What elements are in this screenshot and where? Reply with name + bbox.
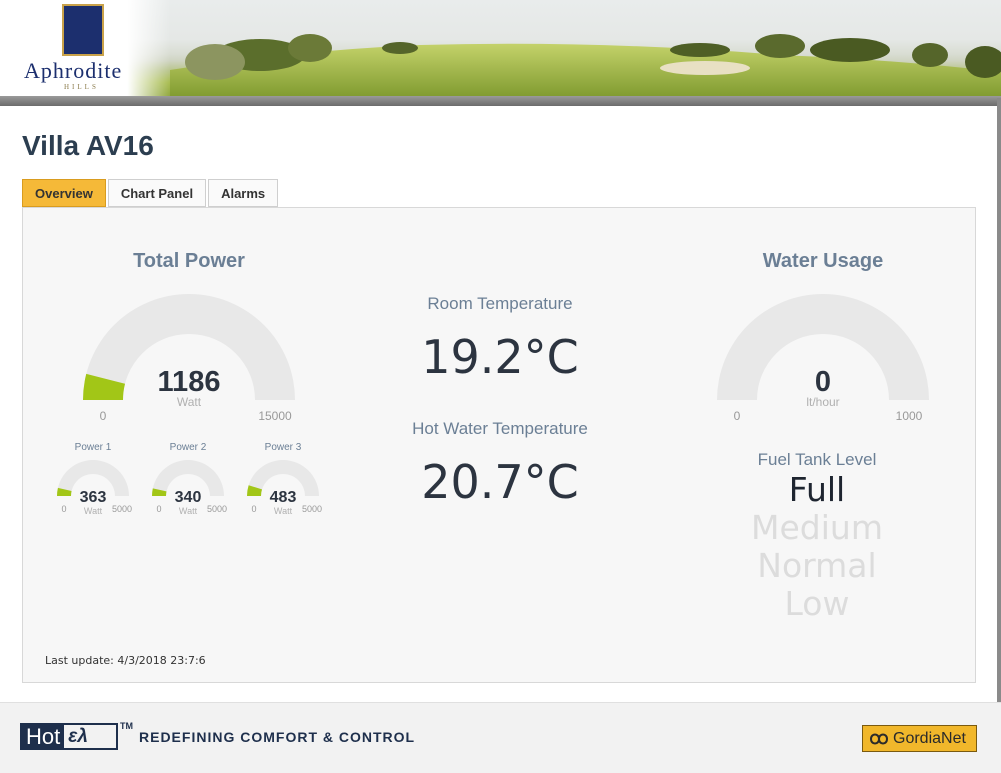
power-3-min: 0	[251, 504, 256, 514]
tab-bar: Overview Chart Panel Alarms	[22, 179, 280, 207]
power-2-unit: Watt	[179, 506, 198, 516]
total-power-max: 15000	[258, 409, 292, 423]
power-3-label: Power 3	[264, 442, 302, 453]
tab-alarms[interactable]: Alarms	[208, 179, 279, 207]
window-right-border	[997, 98, 1001, 702]
power-1-unit: Watt	[84, 506, 103, 516]
water-usage-max: 1000	[896, 409, 923, 423]
power-2-max: 5000	[207, 504, 227, 514]
power-2-gauge: 340 Watt 0 5000	[152, 460, 227, 516]
fuel-level-full: Full	[788, 470, 846, 509]
power-1-label: Power 1	[74, 442, 112, 453]
tab-chart-panel[interactable]: Chart Panel	[107, 179, 207, 207]
overview-panel: Total Power 1186 Watt 0 15000 Power 1 36…	[22, 207, 976, 683]
power-1-gauge-group: Power 1 363 Watt 0 5000	[53, 442, 133, 522]
brand-sub: HILLS	[64, 83, 99, 91]
total-power-title: Total Power	[133, 250, 245, 272]
room-temperature-label: Room Temperature	[427, 294, 573, 313]
room-temperature-value: 19.2°C	[421, 330, 579, 384]
power-3-gauge: 483 Watt 0 5000	[247, 460, 322, 516]
page-title: Villa AV16	[22, 130, 154, 161]
total-power-min: 0	[100, 409, 107, 423]
power-2-label: Power 2	[169, 442, 207, 453]
gordianet-text: GordiaNet	[893, 729, 966, 747]
power-3-gauge-group: Power 3 483 Watt 0 5000	[243, 442, 323, 522]
gordianet-knot-icon	[869, 733, 889, 744]
gordianet-logo: GordiaNet	[862, 725, 977, 752]
power-3-max: 5000	[302, 504, 322, 514]
aphrodite-emblem-icon	[62, 4, 104, 56]
hotel-logo-el: ελ	[68, 725, 88, 747]
fuel-level-normal: Normal	[757, 546, 877, 585]
hotel-logo-hot: Hot	[22, 725, 65, 748]
fuel-level-low: Low	[784, 584, 850, 623]
hot-water-temperature-value: 20.7°C	[421, 455, 579, 509]
total-power-value: 1186	[158, 366, 221, 398]
power-3-value: 483	[270, 489, 297, 506]
water-usage-min: 0	[734, 409, 741, 423]
hotel-logo: Hot ελ	[20, 723, 118, 750]
brand-name: Aphrodite	[24, 58, 123, 83]
power-3-unit: Watt	[274, 506, 293, 516]
water-usage-gauge: 0 lt/hour 0 1000	[717, 294, 929, 423]
water-usage-value: 0	[815, 366, 831, 398]
footer: Hot ελ TM REDEFINING COMFORT & CONTROL G…	[0, 702, 1001, 773]
power-1-gauge: 363 Watt 0 5000	[57, 460, 132, 516]
power-1-min: 0	[61, 504, 66, 514]
hot-water-temperature-label: Hot Water Temperature	[412, 419, 588, 438]
water-usage-unit: lt/hour	[806, 395, 839, 409]
banner-divider	[0, 96, 1001, 106]
footer-tagline: REDEFINING COMFORT & CONTROL	[139, 729, 416, 745]
water-usage-title: Water Usage	[762, 250, 884, 272]
fuel-tank-title: Fuel Tank Level	[757, 450, 877, 469]
power-1-max: 5000	[112, 504, 132, 514]
last-update-text: Last update: 4/3/2018 23:7:6	[45, 654, 206, 667]
power-1-value: 363	[80, 489, 107, 506]
header-banner: Aphrodite HILLS	[0, 0, 1001, 98]
tab-overview[interactable]: Overview	[22, 179, 106, 207]
power-2-min: 0	[156, 504, 161, 514]
total-power-unit: Watt	[177, 395, 202, 409]
power-2-gauge-group: Power 2 340 Watt 0 5000	[148, 442, 228, 522]
total-power-gauge: 1186 Watt 0 15000	[83, 294, 295, 423]
power-2-value: 340	[175, 489, 202, 506]
trademark-mark: TM	[120, 721, 133, 731]
fuel-level-medium: Medium	[751, 508, 883, 547]
